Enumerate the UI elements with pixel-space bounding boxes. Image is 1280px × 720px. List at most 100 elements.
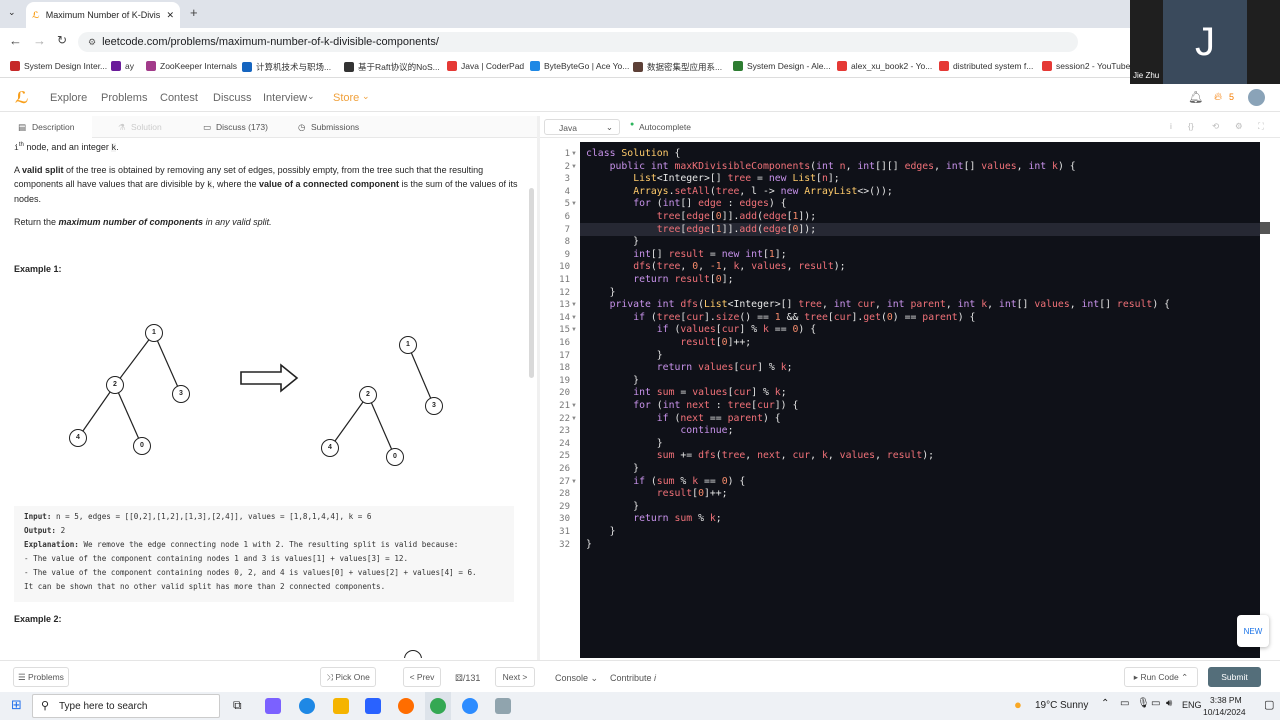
dice-icon: ⚄ (455, 673, 463, 683)
leetcode-logo-icon[interactable]: ℒ (15, 88, 29, 108)
clock-time[interactable]: 3:38 PM (1210, 695, 1242, 705)
task-view-icon[interactable]: ⧉ (233, 698, 242, 713)
line-number: 6 (564, 212, 570, 222)
store-icon[interactable] (365, 698, 381, 714)
bell-icon[interactable]: 🔔︎ (1188, 90, 1203, 104)
fold-arrow-icon[interactable]: ▼ (571, 479, 577, 485)
pick-one-button[interactable]: ⤨ Pick One (320, 667, 376, 687)
code-line: continue; (680, 425, 734, 437)
prev-button[interactable]: < Prev (403, 667, 441, 687)
nav-explore[interactable]: Explore (50, 92, 87, 104)
bookmark-item[interactable]: System Design Inter... (10, 61, 107, 71)
code-line: int sum = values[cur] % k; (633, 387, 787, 399)
microphone-icon[interactable]: 🎙︎ (1137, 698, 1150, 709)
bookmark-item[interactable]: 基于Raft协议的NoS... (344, 61, 440, 73)
tab-list-icon[interactable]: ⌄ (8, 7, 16, 18)
bookmark-item[interactable]: ZooKeeper Internals (146, 61, 237, 71)
volume-icon[interactable]: 🔊︎ (1166, 698, 1172, 709)
language-select[interactable]: Java ⌄ (544, 119, 620, 135)
bookmark-icon (242, 62, 252, 72)
bookmark-item[interactable]: System Design - Ale... (733, 61, 831, 71)
fold-arrow-icon[interactable]: ▼ (571, 327, 577, 333)
file-explorer-icon[interactable] (333, 698, 349, 714)
zoom-icon[interactable] (462, 698, 478, 714)
nav-interview[interactable]: Interview (263, 92, 307, 104)
line-number: 7 (564, 224, 570, 235)
tab-submissions[interactable]: Submissions (311, 122, 359, 132)
autocomplete-toggle[interactable]: Autocomplete (639, 122, 691, 132)
taskbar-search[interactable]: ⚲ Type here to search (32, 694, 220, 718)
browser-tab[interactable]: ℒ Maximum Number of K-Divisib ✕ (26, 2, 180, 28)
close-tab-icon[interactable]: ✕ (166, 10, 174, 21)
bookmark-item[interactable]: distributed system f... (939, 61, 1033, 71)
windows-start-icon[interactable]: ⊞ (11, 697, 22, 713)
bookmark-item[interactable]: Java | CoderPad (447, 61, 524, 71)
language-indicator[interactable]: ENG (1182, 700, 1202, 710)
address-bar-row: ← → ↻ ⚙ leetcode.com/problems/maximum-nu… (0, 28, 1130, 56)
notification-icon[interactable]: ▢ (1264, 698, 1274, 711)
fold-arrow-icon[interactable]: ▼ (571, 315, 577, 321)
code-line: Arrays.setAll(tree, l -> new ArrayList<>… (633, 185, 893, 197)
fullscreen-icon[interactable]: ⛶ (1258, 121, 1264, 132)
bookmark-item[interactable]: 数据密集型应用系... (633, 61, 722, 73)
code-line: for (int next : tree[cur]) { (633, 400, 799, 411)
chevron-down-icon: ⌄ (362, 91, 370, 101)
fold-arrow-icon[interactable]: ▼ (571, 201, 577, 207)
problems-button[interactable]: ☰ Problems (13, 667, 69, 687)
app-icon[interactable] (495, 698, 511, 714)
tray-chevron-up-icon[interactable]: ⌃ (1101, 698, 1109, 709)
copilot-icon[interactable] (265, 698, 281, 714)
nav-discuss[interactable]: Discuss (213, 92, 252, 104)
next-button[interactable]: Next > (495, 667, 535, 687)
line-number: 19 (559, 375, 570, 386)
reload-icon[interactable]: ↻ (57, 33, 67, 47)
code-editor[interactable]: class Solution { public int maxKDivisibl… (580, 142, 1270, 658)
description-scrollbar[interactable] (529, 188, 534, 378)
nav-contest[interactable]: Contest (160, 92, 198, 104)
fold-arrow-icon[interactable]: ▼ (571, 416, 577, 422)
back-icon[interactable]: ← (9, 33, 22, 48)
code-braces-icon[interactable]: {} (1188, 121, 1194, 131)
bookmark-item[interactable]: alex_xu_book2 - Yo... (837, 61, 932, 71)
bookmark-item[interactable]: ay (111, 61, 134, 71)
fold-arrow-icon[interactable]: ▼ (571, 302, 577, 308)
reset-icon[interactable]: ⟲ (1212, 121, 1219, 132)
code-line: result[0]++; (656, 488, 728, 500)
line-number: 26 (559, 464, 570, 474)
edge-browser-icon[interactable] (299, 698, 315, 714)
battery-icon[interactable]: ▭ (1151, 698, 1160, 709)
leetcode-nav: ℒ Explore Problems Contest Discuss Inter… (0, 84, 1280, 112)
tree-node: 0 (133, 437, 151, 455)
fold-arrow-icon[interactable]: ▼ (571, 151, 577, 157)
description-icon: ▤ (18, 122, 27, 132)
nav-problems[interactable]: Problems (101, 92, 147, 104)
site-info-icon[interactable]: ⚙ (88, 37, 96, 48)
address-input[interactable]: ⚙ leetcode.com/problems/maximum-number-o… (78, 32, 1078, 52)
tab-solution[interactable]: Solution (131, 122, 162, 132)
fold-arrow-icon[interactable]: ▼ (571, 403, 577, 409)
bookmark-item[interactable]: ByteByteGo | Ace Yo... (530, 61, 629, 71)
new-feature-badge[interactable]: NEW (1237, 615, 1269, 647)
bookmark-item[interactable]: session2 - YouTube (1042, 61, 1130, 71)
chrome-icon[interactable] (430, 698, 446, 714)
clock-date[interactable]: 10/14/2024 (1203, 707, 1246, 717)
console-toggle[interactable]: Console ⌄ (555, 673, 598, 684)
tab-discuss[interactable]: Discuss (173) (216, 122, 268, 132)
info-icon[interactable]: i (1170, 121, 1172, 131)
run-code-button[interactable]: ▸ Run Code ⌃ (1124, 667, 1198, 687)
line-number: 23 (559, 426, 570, 437)
new-tab-icon[interactable]: + (190, 5, 198, 20)
bookmark-label: Java | CoderPad (461, 61, 525, 71)
tab-description[interactable]: Description (32, 122, 75, 132)
settings-icon[interactable]: ⚙ (1235, 121, 1243, 132)
bookmark-item[interactable]: 计算机技术与职场... (242, 61, 331, 73)
user-avatar[interactable] (1248, 89, 1265, 106)
submit-button[interactable]: Submit (1208, 667, 1261, 687)
network-icon[interactable]: ▭ (1120, 698, 1129, 709)
forward-icon[interactable]: → (33, 33, 46, 48)
fold-arrow-icon[interactable]: ▼ (571, 164, 577, 170)
firefox-icon[interactable] (398, 698, 414, 714)
contribute-link[interactable]: Contribute i (610, 673, 656, 683)
nav-store[interactable]: Store (333, 92, 359, 104)
bookmark-icon (344, 62, 354, 72)
